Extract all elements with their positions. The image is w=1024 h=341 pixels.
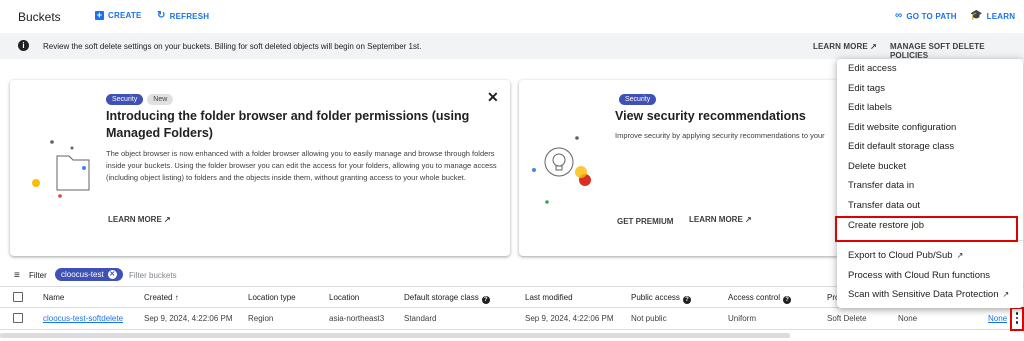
col-created[interactable]: Created ↑ [144,293,179,302]
open-in-new-icon: ↗ [745,215,752,224]
col-location-type[interactable]: Location type [248,293,296,302]
menu-item-delete-bucket[interactable]: Delete bucket [837,157,1023,176]
banner-learn-more-link[interactable]: LEARN MORE ↗ [813,42,877,51]
row-storage-class: Standard [404,314,437,323]
security-card-title: View security recommendations [615,109,806,123]
row-none: None [898,314,918,323]
create-button[interactable]: + CREATE [95,11,142,20]
open-in-new-icon: ↗ [164,215,171,224]
go-to-path-button[interactable]: ∞ GO TO PATH [895,11,957,21]
row-protection: Soft Delete [827,314,867,323]
filter-chip-value: cloocus-test [61,270,104,279]
banner-learn-more-label: LEARN MORE [813,42,868,51]
menu-item-edit-default-storage-class[interactable]: Edit default storage class [837,137,1023,156]
horizontal-scrollbar[interactable] [0,333,790,338]
security-chip: Security [106,94,144,105]
col-access-control-label: Access control [728,293,781,302]
menu-item-edit-labels[interactable]: Edit labels [837,98,1023,117]
new-chip: New [147,94,174,105]
filter-input[interactable]: Filter buckets [129,271,177,280]
info-icon: i [18,40,29,51]
create-label: CREATE [108,11,142,20]
menu-item-scan-label: Scan with Sensitive Data Protection [848,289,999,300]
refresh-label: REFRESH [169,11,210,21]
banner-message: Review the soft delete settings on your … [43,42,422,51]
col-public-access-label: Public access [631,293,680,302]
open-in-new-icon: ↗ [956,251,964,260]
refresh-button[interactable]: ↻ REFRESH [157,11,209,21]
row-location: asia-northeast3 [329,314,385,323]
col-last-modified[interactable]: Last modified [525,293,573,302]
menu-item-edit-website-configuration[interactable]: Edit website configuration [837,118,1023,137]
arrow-up-icon: ↑ [174,293,179,302]
help-icon[interactable]: ? [682,296,691,304]
folder-browser-card: Security New ✕ Introducing the folder bro… [10,80,510,256]
folder-illustration-icon [32,140,90,198]
row-access-control: Uniform [728,314,757,323]
filter-chip[interactable]: cloocus-test ✕ [55,268,123,281]
row-created: Sep 9, 2024, 4:22:06 PM [144,314,233,323]
menu-item-edit-access[interactable]: Edit access [837,59,1023,78]
security-card-body: Improve security by applying security re… [615,131,825,140]
security-card-learn-more-link[interactable]: LEARN MORE ↗ [689,215,752,224]
refresh-icon: ↻ [157,10,166,21]
col-storage-class-label: Default storage class [404,293,479,302]
col-created-label: Created [144,293,173,302]
row-location-type: Region [248,314,274,323]
menu-item-scan-sdp[interactable]: Scan with Sensitive Data Protection ↗ [837,285,1023,304]
filter-label: Filter [29,271,47,280]
folder-card-learn-more-label: LEARN MORE [108,215,162,224]
menu-item-export-label: Export to Cloud Pub/Sub [848,250,953,261]
open-in-new-icon: ↗ [870,42,877,51]
lightbulb-illustration-icon [532,136,591,204]
col-location[interactable]: Location [329,293,359,302]
menu-item-process-cloud-run[interactable]: Process with Cloud Run functions [837,266,1023,285]
folder-card-title: Introducing the folder browser and folde… [106,109,470,140]
go-to-path-label: GO TO PATH [906,11,957,21]
open-in-new-icon: ↗ [1002,290,1010,299]
close-icon[interactable]: ✕ [107,270,117,279]
link-icon: ∞ [895,10,903,21]
kebab-highlight-box [1010,307,1024,331]
row-last-modified: Sep 9, 2024, 4:22:06 PM [525,314,614,323]
bucket-actions-menu: Edit access Edit tags Edit labels Edit w… [837,59,1023,308]
add-icon: + [95,10,104,20]
learn-label: LEARN [986,11,1016,21]
col-public-access[interactable]: Public access? [631,293,691,304]
menu-item-transfer-data-out[interactable]: Transfer data out [837,196,1023,215]
manage-soft-delete-button[interactable]: MANAGE SOFT DELETE POLICIES [890,42,1024,60]
row-none-link[interactable]: None [988,314,1007,323]
menu-item-export-to-pubsub[interactable]: Export to Cloud Pub/Sub ↗ [837,246,1023,265]
school-icon: 🎓 [970,10,983,21]
get-premium-button[interactable]: GET PREMIUM [617,217,673,226]
select-all-checkbox[interactable] [13,292,23,302]
folder-card-learn-more-link[interactable]: LEARN MORE ↗ [108,215,171,224]
bucket-name-link[interactable]: cloocus-test-softdelete [43,314,123,323]
security-recommendations-card: Security View security recommendations I… [519,80,839,256]
security-card-learn-more-label: LEARN MORE [689,215,743,224]
col-storage-class[interactable]: Default storage class? [404,293,490,304]
filter-icon[interactable]: ≡ [14,270,20,281]
page-title: Buckets [18,10,61,24]
restore-job-highlight-box [835,216,1018,242]
learn-button[interactable]: 🎓 LEARN [970,11,1015,21]
close-icon[interactable]: ✕ [487,89,499,106]
menu-item-edit-tags[interactable]: Edit tags [837,79,1023,98]
top-toolbar: Buckets + CREATE ↻ REFRESH ∞ GO TO PATH … [0,0,1024,32]
security-chip: Security [619,94,657,105]
help-icon[interactable]: ? [481,296,490,304]
folder-card-body: The object browser is now enhanced with … [106,149,497,182]
col-name[interactable]: Name [43,293,64,302]
table-row: cloocus-test-softdelete Sep 9, 2024, 4:2… [0,308,1024,330]
col-access-control[interactable]: Access control? [728,293,792,304]
row-public-access: Not public [631,314,667,323]
help-icon[interactable]: ? [783,296,792,304]
soft-delete-banner: i Review the soft delete settings on you… [0,33,1024,60]
menu-item-transfer-data-in[interactable]: Transfer data in [837,176,1023,195]
row-checkbox[interactable] [13,313,23,323]
